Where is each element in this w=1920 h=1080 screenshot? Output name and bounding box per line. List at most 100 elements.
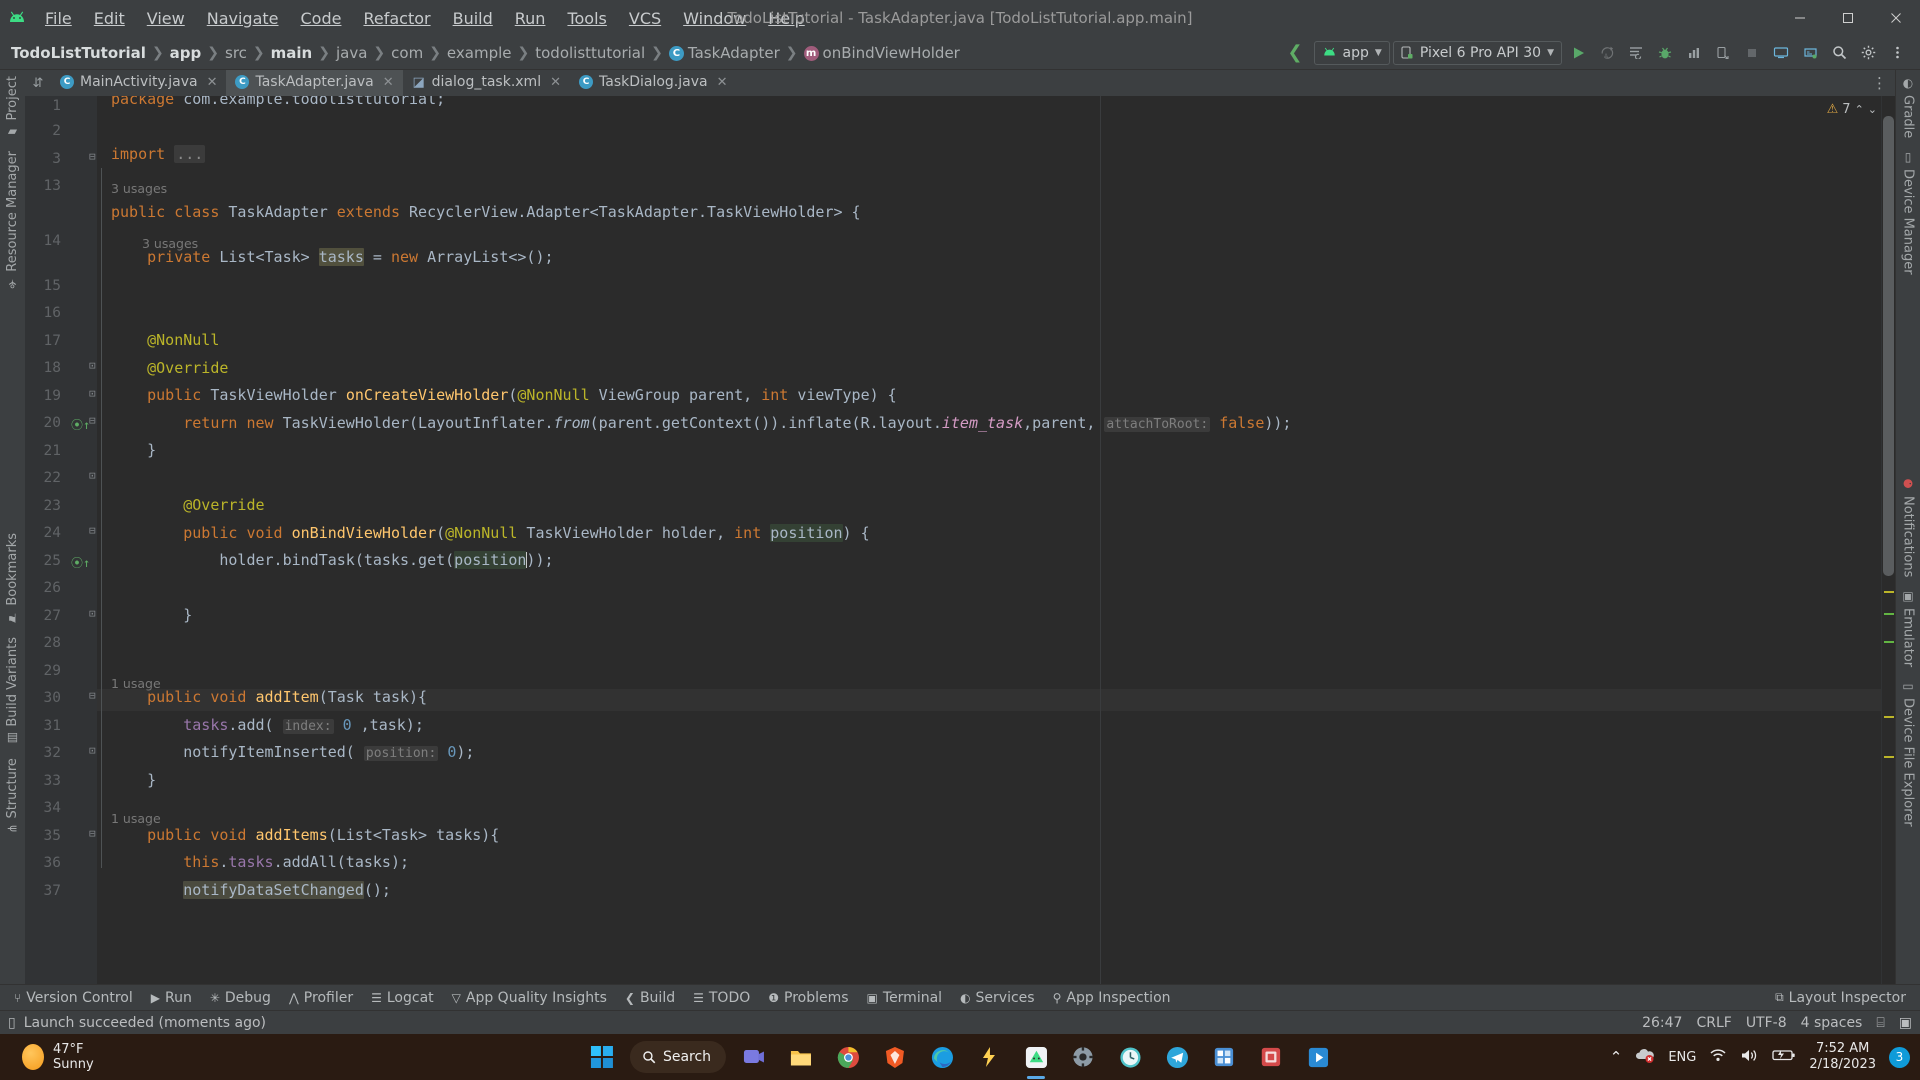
unlocked-icon[interactable]: ⌸	[1876, 1015, 1884, 1031]
tool-layout-inspector[interactable]: ⧉ Layout Inspector	[1767, 988, 1914, 1008]
sidebar-item-gradle[interactable]: ◐ Gradle	[1897, 70, 1920, 144]
menu-edit[interactable]: Edit	[83, 5, 136, 32]
menu-tools[interactable]: Tools	[556, 5, 617, 32]
taskbar-teams-icon[interactable]	[735, 1040, 773, 1074]
device-manager-button[interactable]	[1710, 41, 1736, 65]
tool-services[interactable]: ◐ Services	[952, 988, 1043, 1008]
breadcrumb-main[interactable]: main	[266, 42, 318, 64]
breadcrumb-taskadapter[interactable]: C TaskAdapter	[664, 42, 785, 64]
breadcrumb-java[interactable]: java	[331, 42, 372, 64]
inspection-widget[interactable]: ⚠ 7 ⌃ ⌄	[1827, 102, 1877, 117]
fold-icon[interactable]: ⊡	[89, 607, 96, 620]
fold-icon[interactable]: ⊡	[89, 387, 96, 400]
fold-icon[interactable]: ⊡	[89, 469, 96, 482]
tray-chevron-up-icon[interactable]: ⌃	[1610, 1048, 1623, 1066]
stop-button[interactable]	[1739, 41, 1765, 65]
more-options-button[interactable]	[1884, 41, 1910, 65]
logcat-button[interactable]	[1623, 41, 1649, 65]
settings-button[interactable]	[1855, 41, 1881, 65]
tab-dialog-task-xml[interactable]: ◪ dialog_task.xml ✕	[403, 70, 570, 96]
start-button[interactable]	[583, 1040, 621, 1074]
code-editor[interactable]: package com.example.todolisttutorial; im…	[97, 96, 1881, 984]
debug-button[interactable]	[1652, 41, 1678, 65]
breadcrumb-src[interactable]: src	[220, 42, 252, 64]
battery-icon[interactable]	[1772, 1048, 1796, 1066]
taskbar-app-icon-1[interactable]	[1205, 1040, 1243, 1074]
previous-problem-icon[interactable]: ⌃	[1855, 103, 1864, 116]
implements-marker-icon[interactable]: ⦿↑	[71, 416, 90, 433]
profiler-button[interactable]	[1681, 41, 1707, 65]
menu-code[interactable]: Code	[290, 5, 353, 32]
tab-taskadapter-java[interactable]: C TaskAdapter.java ✕	[226, 70, 403, 96]
caret-position[interactable]: 26:47	[1642, 1015, 1682, 1031]
menu-build[interactable]: Build	[442, 5, 504, 32]
tool-app-inspection[interactable]: ⚲ App Inspection	[1045, 988, 1179, 1008]
tool-run[interactable]: ▶ Run	[143, 988, 200, 1008]
editor-gutter[interactable]: 1 2 3 13 14 15 16 17 18 19 20 21 22 23 2…	[25, 96, 97, 984]
minimize-button[interactable]	[1776, 0, 1824, 36]
fold-icon[interactable]: ⊟	[89, 150, 96, 163]
tool-profiler[interactable]: ⋀ Profiler	[281, 988, 361, 1008]
error-stripe[interactable]	[1881, 96, 1895, 984]
sidebar-item-structure[interactable]: ⋔ Structure	[1, 752, 24, 840]
fold-icon[interactable]: ⊟	[89, 524, 96, 537]
fold-icon[interactable]: ⊟	[89, 827, 96, 840]
onedrive-error-icon[interactable]	[1635, 1047, 1655, 1067]
sidebar-item-build-variants[interactable]: ▤ Build Variants	[1, 631, 24, 752]
tab-close-icon[interactable]: ✕	[717, 75, 728, 90]
menu-run[interactable]: Run	[504, 5, 557, 32]
breadcrumb-todolisttutorial[interactable]: todolisttutorial	[530, 42, 650, 64]
tool-problems[interactable]: ❶ Problems	[760, 988, 856, 1008]
menu-view[interactable]: View	[136, 5, 196, 32]
menu-refactor[interactable]: Refactor	[352, 5, 441, 32]
taskbar-clock-icon[interactable]	[1111, 1040, 1149, 1074]
menu-help[interactable]: Help	[757, 5, 815, 32]
file-encoding[interactable]: UTF-8	[1746, 1015, 1787, 1031]
notification-count-badge[interactable]: 3	[1889, 1046, 1910, 1068]
status-message[interactable]: Launch succeeded (moments ago)	[24, 1015, 266, 1031]
run-button[interactable]	[1565, 41, 1591, 65]
wifi-icon[interactable]	[1709, 1048, 1727, 1066]
taskbar-settings-icon[interactable]	[1064, 1040, 1102, 1074]
taskbar-media-player-icon[interactable]	[1299, 1040, 1337, 1074]
search-everywhere-button[interactable]	[1826, 41, 1852, 65]
taskbar-thunderbolt-icon[interactable]	[970, 1040, 1008, 1074]
maximize-button[interactable]	[1824, 0, 1872, 36]
tool-debug[interactable]: ✳ Debug	[202, 988, 279, 1008]
tool-app-quality-insights[interactable]: ▽ App Quality Insights	[444, 988, 615, 1008]
menu-navigate[interactable]: Navigate	[196, 5, 290, 32]
sidebar-item-device-file-explorer[interactable]: ▭ Device File Explorer	[1897, 673, 1920, 833]
taskbar-search[interactable]: Search	[629, 1041, 727, 1073]
build-chevron-icon[interactable]: ❮	[1279, 42, 1310, 63]
breadcrumb-example[interactable]: example	[442, 42, 517, 64]
implements-marker-icon[interactable]: ⦿↑	[71, 554, 90, 571]
tab-close-icon[interactable]: ✕	[383, 75, 394, 90]
language-indicator[interactable]: ENG	[1668, 1050, 1696, 1065]
taskbar-chrome-icon[interactable]	[829, 1040, 867, 1074]
sdk-manager-button[interactable]	[1797, 41, 1823, 65]
fold-icon[interactable]: ⊡	[89, 744, 96, 757]
menu-window[interactable]: Window	[672, 5, 757, 32]
tab-close-icon[interactable]: ✕	[550, 75, 561, 90]
volume-icon[interactable]	[1740, 1048, 1759, 1067]
sidebar-item-emulator[interactable]: ▣ Emulator	[1897, 583, 1920, 673]
sidebar-item-notifications[interactable]: ⚈ Notifications	[1897, 471, 1920, 583]
tab-close-icon[interactable]: ✕	[207, 75, 218, 90]
tool-terminal[interactable]: ▣ Terminal	[859, 988, 951, 1008]
menu-file[interactable]: File	[34, 5, 83, 32]
tab-taskdialog-java[interactable]: C TaskDialog.java ✕	[570, 70, 737, 96]
fold-icon[interactable]: ⊟	[89, 689, 96, 702]
tool-logcat[interactable]: ☰ Logcat	[363, 988, 442, 1008]
module-selector[interactable]: app ▼	[1313, 40, 1390, 65]
weather-widget[interactable]: 47°F Sunny	[0, 1042, 94, 1072]
taskbar-file-explorer-icon[interactable]	[782, 1040, 820, 1074]
line-separator[interactable]: CRLF	[1696, 1015, 1731, 1031]
taskbar-clock[interactable]: 7:52 AM 2/18/2023	[1809, 1041, 1876, 1073]
event-log-icon[interactable]: ▣	[1899, 1015, 1912, 1031]
close-button[interactable]	[1872, 0, 1920, 36]
breadcrumb-com[interactable]: com	[386, 42, 428, 64]
editor-scrollbar-thumb[interactable]	[1883, 116, 1894, 576]
pin-tabs-icon[interactable]: ⇵	[25, 70, 51, 96]
menu-vcs[interactable]: VCS	[618, 5, 672, 32]
usage-hint-1[interactable]: 3 usages	[111, 178, 167, 200]
